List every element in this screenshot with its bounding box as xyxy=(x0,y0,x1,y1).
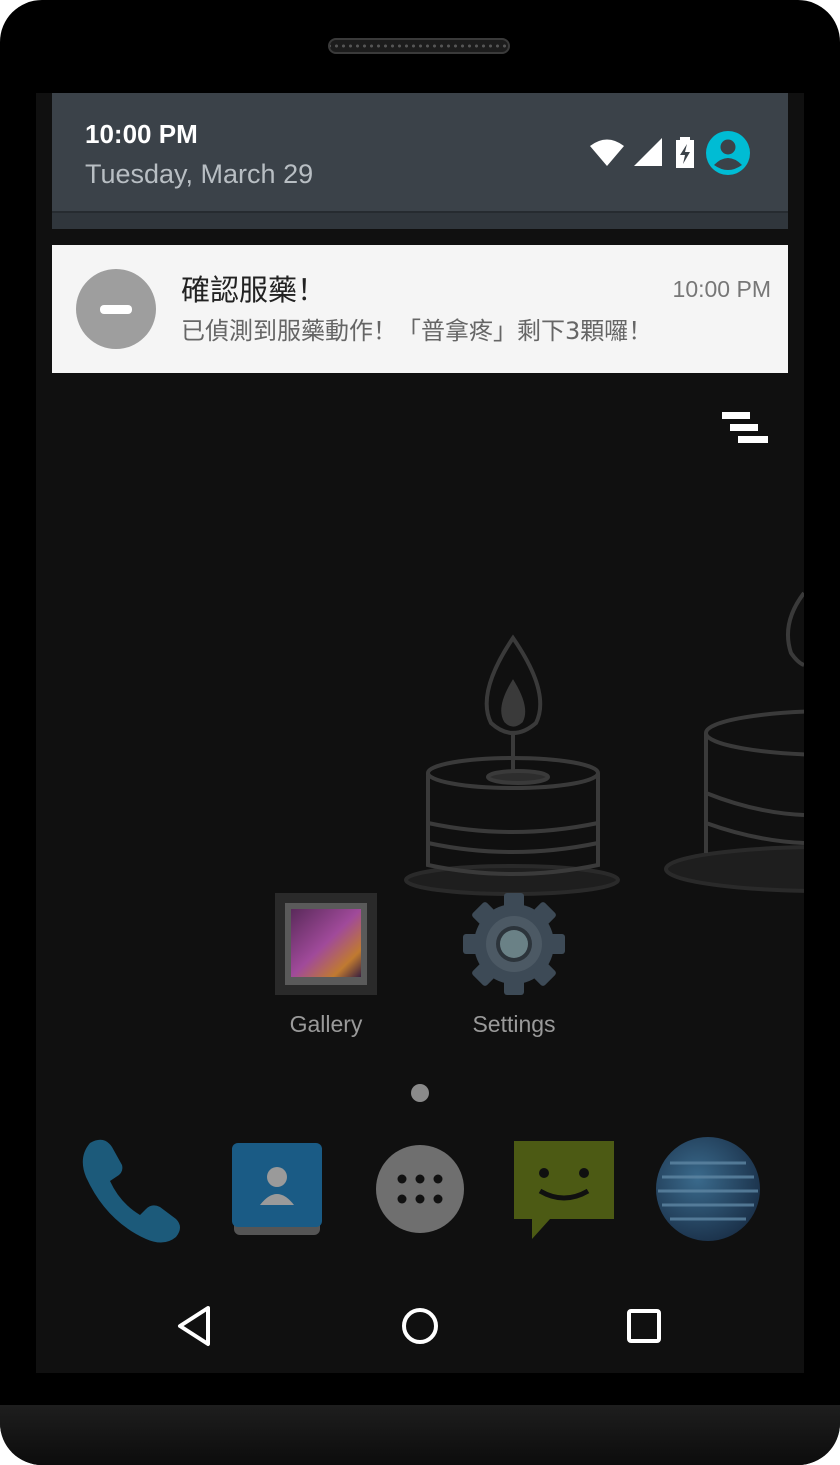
dock-app-drawer[interactable] xyxy=(366,1133,476,1245)
dock-browser[interactable] xyxy=(654,1133,764,1245)
app-label-settings: Settings xyxy=(472,1011,556,1037)
app-label-gallery: Gallery xyxy=(289,1011,363,1037)
phone-chin xyxy=(0,1405,840,1465)
app-drawer-icon xyxy=(376,1145,464,1233)
home-icon[interactable] xyxy=(392,1298,448,1354)
dock-contacts[interactable] xyxy=(222,1133,332,1245)
dock-phone[interactable] xyxy=(76,1133,186,1245)
shade-date: Tuesday, March 29 xyxy=(85,159,314,189)
settings-gear-icon xyxy=(463,893,565,995)
signal-icon xyxy=(634,138,662,166)
app-settings[interactable]: Settings xyxy=(454,889,574,1049)
notification-title: 確認服藥！ xyxy=(181,273,327,307)
contacts-icon xyxy=(232,1143,322,1235)
notification-card[interactable]: 確認服藥！ 10:00 PM 已偵測到服藥動作！「普拿疼」剩下3顆囉！ xyxy=(52,245,788,373)
notification-time: 10:00 PM xyxy=(672,276,771,302)
screen: 10:00 PM Tuesday, March 29 確認服藥！ 10:00 P… xyxy=(36,93,804,1373)
gallery-icon xyxy=(275,893,377,995)
page-indicator-dot xyxy=(411,1084,429,1102)
battery-charging-icon xyxy=(676,137,694,168)
status-icons xyxy=(590,131,750,175)
phone-frame: 10:00 PM Tuesday, March 29 確認服藥！ 10:00 P… xyxy=(0,0,840,1465)
user-avatar-icon[interactable] xyxy=(706,131,750,175)
minus-circle-icon xyxy=(76,269,156,349)
back-icon[interactable] xyxy=(168,1298,224,1354)
recents-icon[interactable] xyxy=(616,1298,672,1354)
shade-time: 10:00 PM xyxy=(85,119,198,149)
app-gallery[interactable]: Gallery xyxy=(266,889,386,1049)
messaging-icon xyxy=(514,1141,614,1239)
clear-all-icon[interactable] xyxy=(720,409,770,447)
quick-status-shade[interactable]: 10:00 PM Tuesday, March 29 xyxy=(52,93,788,229)
dock-messaging[interactable] xyxy=(510,1133,620,1245)
earpiece-speaker xyxy=(328,38,510,54)
navigation-bar xyxy=(36,1278,804,1373)
notification-text: 已偵測到服藥動作！「普拿疼」剩下3顆囉！ xyxy=(181,317,653,345)
browser-globe-icon xyxy=(656,1137,760,1241)
phone-icon xyxy=(82,1139,180,1243)
wifi-icon xyxy=(590,139,624,166)
